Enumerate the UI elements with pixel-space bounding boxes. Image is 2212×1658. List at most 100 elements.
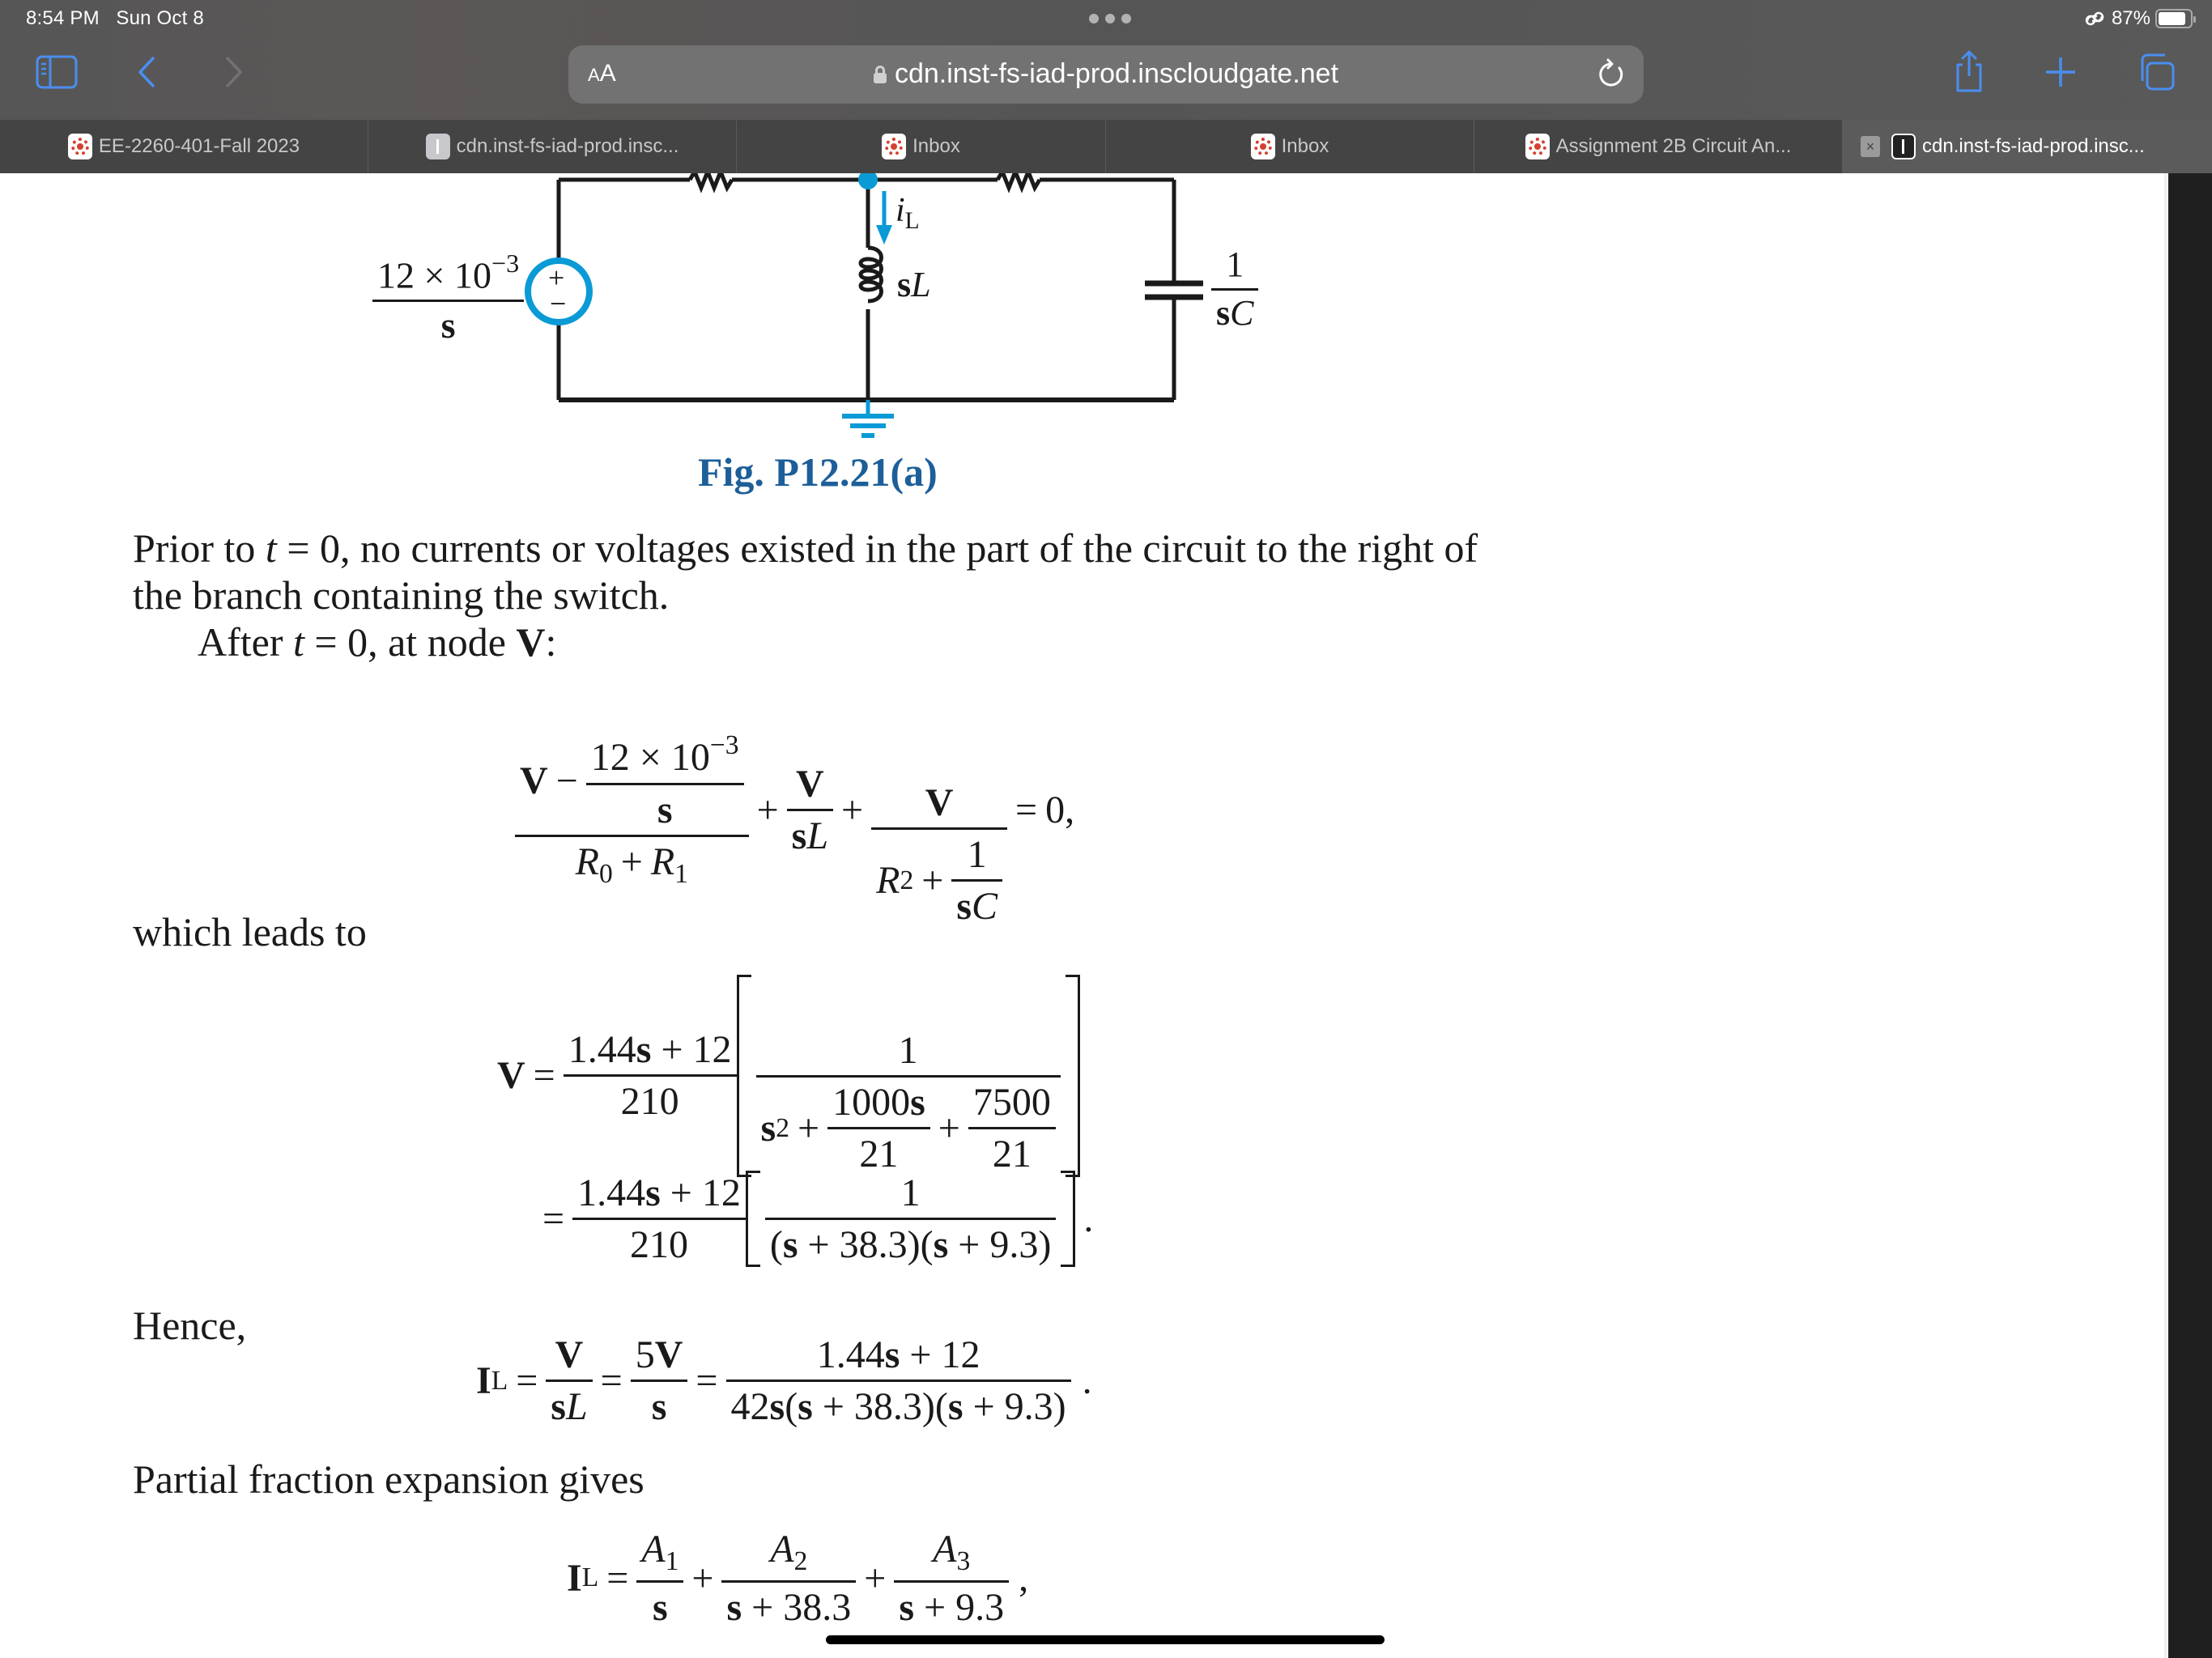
clock-date: Sun Oct 8 (116, 7, 204, 29)
paragraph-after: After t = 0, at node V: (133, 619, 1478, 665)
source-label-den: s (440, 304, 456, 346)
math: = (696, 1359, 718, 1403)
math: + 12 (651, 1028, 732, 1072)
math: 2 (776, 1112, 789, 1143)
new-tab-button[interactable] (2044, 55, 2078, 89)
fraction-bar (1211, 287, 1259, 291)
tab-label: EE-2260-401-Fall 2023 (98, 135, 300, 157)
math: 0, (1045, 789, 1075, 832)
tab-cdn-active[interactable]: × cdn.inst-fs-iad-prod.insc... (1843, 120, 2212, 173)
math: 1 (967, 833, 987, 877)
math: V (497, 1054, 525, 1098)
math: + 9.3) (963, 1385, 1066, 1429)
equation-v-factored: = 1.44s + 12 210 1 (s + 38.3)(s + 9.3) . (534, 1171, 1094, 1268)
url-text: cdn.inst-fs-iad-prod.inscloudgate.net (894, 58, 1339, 89)
source-label-num: 12 × 10 (377, 254, 491, 296)
math: ( (769, 1223, 783, 1267)
forward-button[interactable] (222, 55, 246, 89)
capacitor-label-num: 1 (1226, 244, 1244, 284)
math: + 38.3)( (798, 1223, 934, 1267)
tab-ee-2260[interactable]: EE-2260-401-Fall 2023 (0, 120, 368, 173)
back-button[interactable] (134, 55, 159, 89)
lock-icon (873, 66, 887, 83)
sidebar-icon (36, 55, 78, 89)
fraction-bar (546, 1380, 593, 1383)
math: s (769, 1385, 785, 1429)
math: s (791, 814, 807, 858)
reload-icon[interactable] (1595, 58, 1627, 91)
math: 2 (900, 865, 914, 895)
page-scrollbar[interactable] (2164, 173, 2167, 1658)
math: . (1083, 1197, 1094, 1241)
math: R (575, 840, 599, 883)
resistor-r2 (995, 173, 1042, 193)
math: 1.44 (577, 1171, 646, 1214)
math: , (1019, 1556, 1029, 1600)
sidebar-toggle-button[interactable] (36, 55, 78, 89)
multitasking-dots-icon[interactable] (1089, 14, 1131, 23)
math: = (533, 1054, 555, 1098)
tab-inbox-2[interactable]: Inbox (1106, 120, 1474, 173)
text-which-leads-to: which leads to (133, 909, 367, 954)
tab-overview-button[interactable] (2138, 52, 2176, 92)
math: 2 (793, 1546, 808, 1577)
canvas-icon (882, 134, 907, 159)
document-icon (1891, 134, 1916, 159)
canvas-icon (1250, 134, 1275, 159)
fraction-bar (894, 1579, 1010, 1583)
math: 3 (956, 1546, 971, 1577)
battery-percent: 87% (2111, 7, 2150, 29)
math: s (645, 1171, 661, 1214)
fraction-bar (951, 879, 1003, 882)
math: s (651, 1385, 667, 1429)
math: L (806, 814, 829, 858)
tab-bar: EE-2260-401-Fall 2023 cdn.inst-fs-iad-pr… (0, 120, 2212, 173)
math: + 38.3)( (812, 1385, 948, 1429)
math: = (1015, 789, 1038, 832)
math: + 12 (900, 1333, 981, 1376)
url-field[interactable]: cdn.inst-fs-iad-prod.inscloudgate.net (568, 58, 1644, 90)
home-indicator[interactable] (826, 1635, 1385, 1644)
address-bar[interactable]: AA cdn.inst-fs-iad-prod.inscloudgate.net (568, 45, 1644, 104)
tab-cdn-1[interactable]: cdn.inst-fs-iad-prod.insc... (368, 120, 737, 173)
tab-inbox-1[interactable]: Inbox (737, 120, 1106, 173)
source-label-exp: −3 (491, 249, 520, 278)
fraction-bar (786, 809, 834, 812)
eq1-term1: V − 12 × 10−3 s R0 + R1 (515, 730, 749, 890)
resistor-r1 (687, 173, 734, 193)
math: 1 (898, 1029, 918, 1072)
tab-label: Assignment 2B Circuit An... (1555, 135, 1792, 157)
tab-label: cdn.inst-fs-iad-prod.insc... (1922, 135, 2145, 157)
left-bracket (745, 1171, 760, 1268)
share-button[interactable] (1951, 49, 1987, 94)
battery-icon (2155, 9, 2196, 28)
math: = (516, 1359, 538, 1403)
clock-time: 8:54 PM (26, 7, 100, 29)
math: + (921, 859, 944, 903)
math: 5 (635, 1333, 655, 1376)
fraction-bar (764, 1218, 1057, 1221)
text-span: Prior to (133, 525, 266, 571)
eq1-term3: V R 2 + 1 sC (871, 780, 1008, 929)
math: s (947, 1385, 963, 1429)
math: . (1082, 1359, 1092, 1403)
fraction-bar (636, 1579, 684, 1583)
math: + (864, 1556, 887, 1600)
inductor-label: sL (897, 264, 931, 305)
text-hence: Hence, (133, 1303, 247, 1348)
math: 1000 (832, 1081, 911, 1124)
close-tab-icon[interactable]: × (1861, 136, 1880, 157)
left-bracket (736, 975, 751, 1177)
paragraph-prior: Prior to t = 0, no currents or voltages … (133, 525, 1478, 665)
current-label-sub: L (904, 207, 920, 234)
math: 1 (900, 1171, 921, 1214)
capacitor-label-C: C (1230, 292, 1254, 333)
math: 210 (629, 1223, 688, 1267)
tab-assignment-2b[interactable]: Assignment 2B Circuit An... (1474, 120, 1843, 173)
equation-v-expanded: V = 1.44s + 12 210 1 s2 + 1000s 21 + 7500 2… (497, 975, 1080, 1177)
ground-icon (842, 400, 894, 438)
math: s (657, 788, 673, 831)
math: ( (785, 1385, 798, 1429)
math: I (567, 1556, 582, 1600)
browser-chrome: 8:54 PM Sun Oct 8 87% AA cdn.inst-fs-iad… (0, 0, 2212, 173)
